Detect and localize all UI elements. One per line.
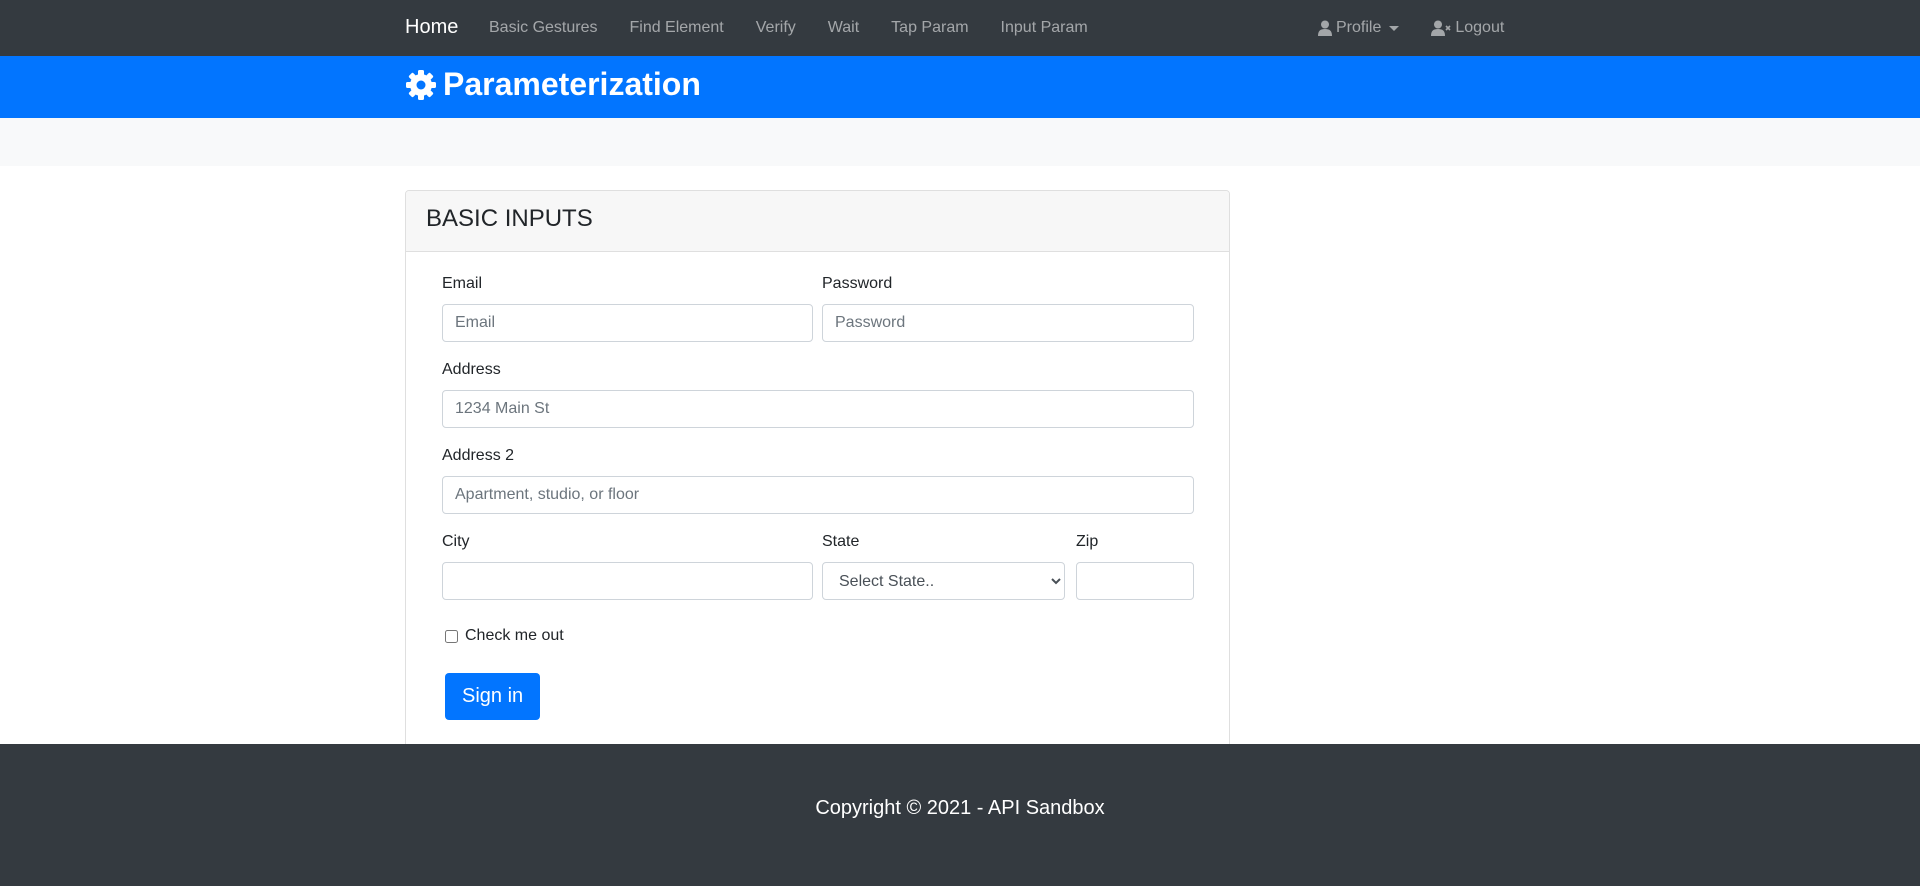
state-select[interactable]: Select State.. [822, 562, 1065, 600]
address2-input[interactable] [442, 476, 1194, 514]
city-input[interactable] [442, 562, 813, 600]
page-banner: Parameterization [0, 56, 1920, 118]
state-label: State [822, 533, 860, 550]
password-input[interactable] [822, 304, 1194, 342]
footer-copyright: Copyright © 2021 - API Sandbox [815, 797, 1105, 819]
check-me-out-label[interactable]: Check me out [465, 627, 564, 645]
password-label: Password [822, 275, 893, 292]
caret-down-icon [1389, 25, 1400, 31]
nav-home-link[interactable]: Home [405, 16, 458, 39]
check-me-out-checkbox[interactable] [445, 630, 458, 643]
card-title: BASIC INPUTS [426, 205, 593, 232]
email-input[interactable] [442, 304, 813, 342]
zip-label: Zip [1076, 533, 1099, 550]
nav-link-basic-gestures[interactable]: Basic Gestures [489, 19, 597, 37]
subheader-strip [0, 118, 1920, 166]
address-label: Address [442, 361, 501, 378]
page-title: Parameterization [443, 66, 701, 102]
nav-link-find-element[interactable]: Find Element [629, 19, 723, 37]
address-input[interactable] [442, 390, 1194, 428]
address2-label: Address 2 [442, 447, 515, 464]
logout-label: Logout [1455, 19, 1505, 36]
nav-items: Basic Gestures Find Element Verify Wait … [489, 19, 1120, 37]
zip-input[interactable] [1076, 562, 1194, 600]
basic-inputs-card: BASIC INPUTS Email Password Address Addr… [405, 190, 1230, 750]
logout-link[interactable]: Logout [1431, 19, 1504, 37]
gear-icon [406, 69, 436, 100]
profile-label: Profile [1336, 19, 1382, 36]
user-times-icon [1431, 20, 1451, 36]
banner-heading: Parameterization [405, 66, 701, 103]
nav-link-input-param[interactable]: Input Param [1001, 19, 1088, 37]
email-label: Email [442, 275, 483, 292]
profile-dropdown[interactable]: Profile [1318, 19, 1400, 37]
card-header: BASIC INPUTS [406, 191, 1229, 252]
nav-right: Profile Logout [1318, 19, 1504, 37]
nav-link-wait[interactable]: Wait [828, 19, 859, 37]
nav-link-verify[interactable]: Verify [756, 19, 796, 37]
user-icon [1318, 20, 1332, 36]
top-navbar: Home Basic Gestures Find Element Verify … [0, 0, 1920, 56]
sign-in-button[interactable]: Sign in [445, 673, 541, 720]
footer: Copyright © 2021 - API Sandbox [0, 744, 1920, 886]
city-label: City [442, 533, 470, 550]
nav-link-tap-param[interactable]: Tap Param [891, 19, 968, 37]
